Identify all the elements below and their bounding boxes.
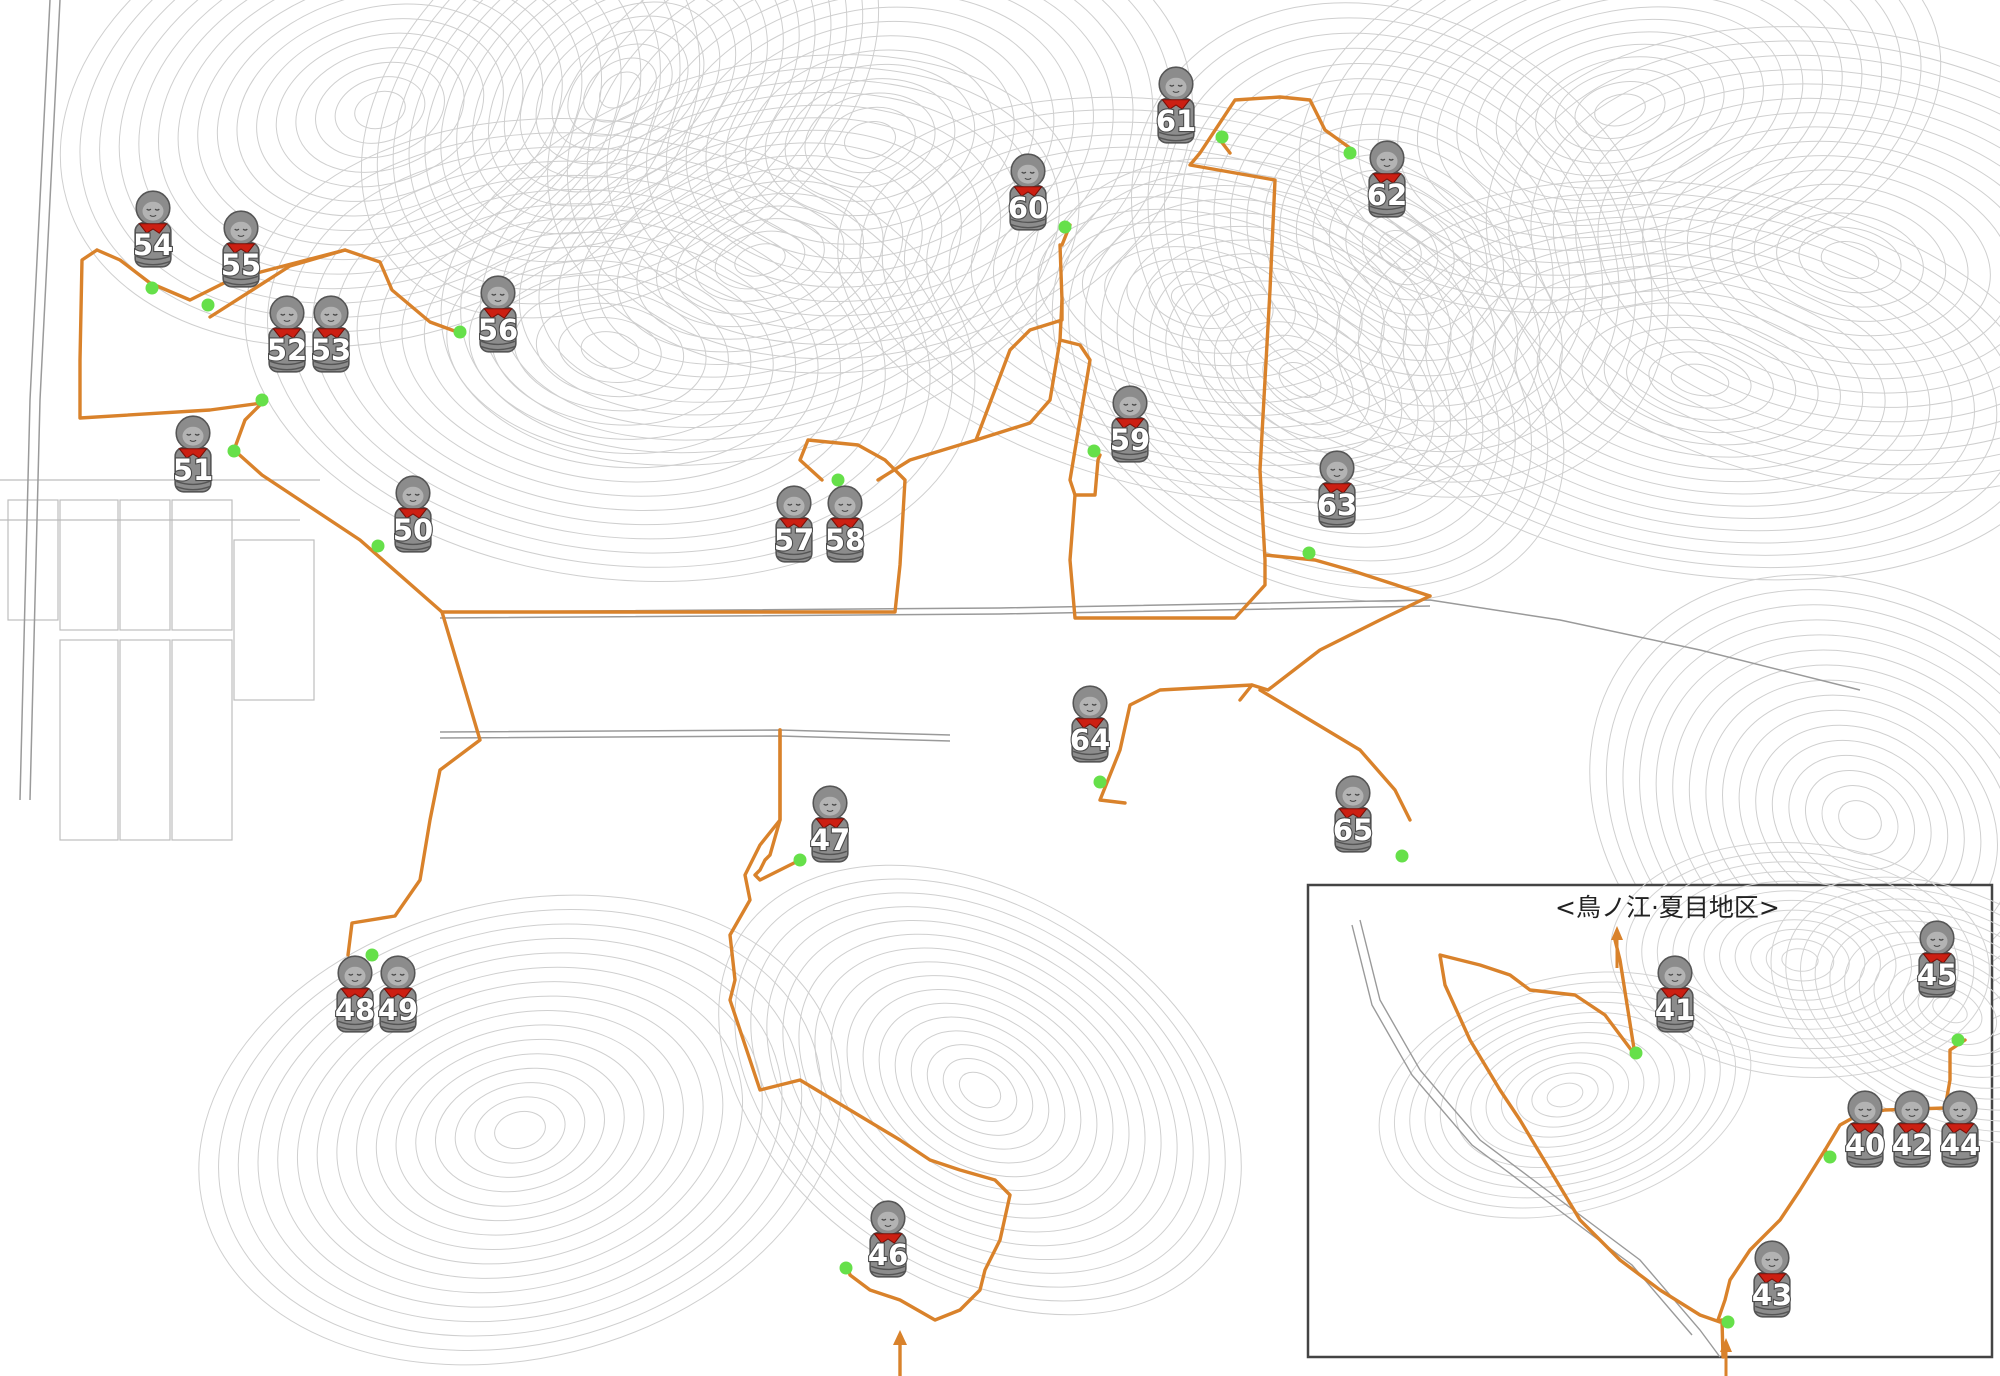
- statue-number: 62: [1367, 178, 1407, 212]
- stop-marker-icon: [1395, 849, 1409, 863]
- stop-marker-icon: [1951, 1033, 1965, 1047]
- statue-number: 47: [810, 823, 850, 857]
- stop-marker-icon: [793, 853, 807, 867]
- jizo-statue-43: 43: [1751, 1240, 1793, 1318]
- statue-number: 50: [393, 513, 433, 547]
- jizo-statue-47: 47: [809, 785, 851, 863]
- stop-marker-icon: [145, 281, 159, 295]
- stop-marker-icon: [1823, 1150, 1837, 1164]
- stop-marker-icon: [1302, 546, 1316, 560]
- jizo-statue-65: 65: [1332, 775, 1374, 853]
- statue-number: 61: [1156, 104, 1196, 138]
- stop-marker-icon: [365, 948, 379, 962]
- jizo-statue-55: 55: [220, 210, 262, 288]
- stop-marker-icon: [1093, 775, 1107, 789]
- statue-number: 41: [1655, 993, 1695, 1027]
- statue-number: 53: [311, 333, 351, 367]
- jizo-statue-54: 54: [132, 190, 174, 268]
- statue-number: 65: [1333, 813, 1373, 847]
- statue-number: 40: [1845, 1128, 1885, 1162]
- statue-number: 60: [1008, 191, 1048, 225]
- stop-marker-icon: [1215, 130, 1229, 144]
- jizo-statue-42: 42: [1891, 1090, 1933, 1168]
- statue-number: 64: [1070, 723, 1110, 757]
- statue-number: 49: [378, 993, 418, 1027]
- jizo-statue-46: 46: [867, 1200, 909, 1278]
- jizo-statue-45: 45: [1916, 920, 1958, 998]
- stop-marker-icon: [201, 298, 215, 312]
- inset-panel: <鳥ノ江·夏目地区> 40 41 42 43 44 45: [1306, 841, 2000, 1376]
- statue-number: 48: [335, 993, 375, 1027]
- statue-number: 45: [1917, 958, 1957, 992]
- statue-number: 54: [133, 228, 173, 262]
- stop-marker-icon: [1629, 1046, 1643, 1060]
- jizo-statue-57: 57: [773, 485, 815, 563]
- statue-number: 51: [173, 453, 213, 487]
- jizo-statue-59: 59: [1109, 385, 1151, 463]
- jizo-statue-63: 63: [1316, 450, 1358, 528]
- jizo-statue-50: 50: [392, 475, 434, 553]
- jizo-statue-51: 51: [172, 415, 214, 493]
- jizo-statue-48: 48: [334, 955, 376, 1033]
- statue-number: 59: [1110, 423, 1150, 457]
- stop-marker-icon: [1058, 220, 1072, 234]
- jizo-statue-56: 56: [477, 275, 519, 353]
- inset-title: <鳥ノ江·夏目地区>: [1555, 893, 1780, 922]
- jizo-statue-62: 62: [1366, 140, 1408, 218]
- jizo-statue-58: 58: [824, 485, 866, 563]
- jizo-statue-44: 44: [1939, 1090, 1981, 1168]
- statue-number: 56: [478, 313, 518, 347]
- stop-marker-icon: [1087, 444, 1101, 458]
- statue-number: 46: [868, 1238, 908, 1272]
- statue-number: 57: [774, 523, 814, 557]
- statue-number: 55: [221, 248, 261, 282]
- stop-marker-icon: [227, 444, 241, 458]
- statue-number: 44: [1940, 1128, 1980, 1162]
- statue-number: 42: [1892, 1128, 1932, 1162]
- jizo-statue-41: 41: [1654, 955, 1696, 1033]
- statue-number: 63: [1317, 488, 1357, 522]
- jizo-statue-40: 40: [1844, 1090, 1886, 1168]
- stop-marker-icon: [453, 325, 467, 339]
- jizo-statue-64: 64: [1069, 685, 1111, 763]
- statue-number: 58: [825, 523, 865, 557]
- jizo-statue-61: 61: [1155, 66, 1197, 144]
- statue-number: 52: [267, 333, 307, 367]
- statue-number: 43: [1752, 1278, 1792, 1312]
- stop-marker-icon: [1721, 1315, 1735, 1329]
- stop-marker-icon: [255, 393, 269, 407]
- jizo-statue-60: 60: [1007, 153, 1049, 231]
- jizo-statue-49: 49: [377, 955, 419, 1033]
- jizo-statue-52: 52: [266, 295, 308, 373]
- stop-marker-icon: [371, 539, 385, 553]
- route-map: 464748 49505152 5354555657 5859606162636465…: [0, 0, 2000, 1376]
- stop-marker-icon: [1343, 146, 1357, 160]
- jizo-statue-53: 53: [310, 295, 352, 373]
- stop-marker-icon: [831, 473, 845, 487]
- stop-marker-icon: [839, 1261, 853, 1275]
